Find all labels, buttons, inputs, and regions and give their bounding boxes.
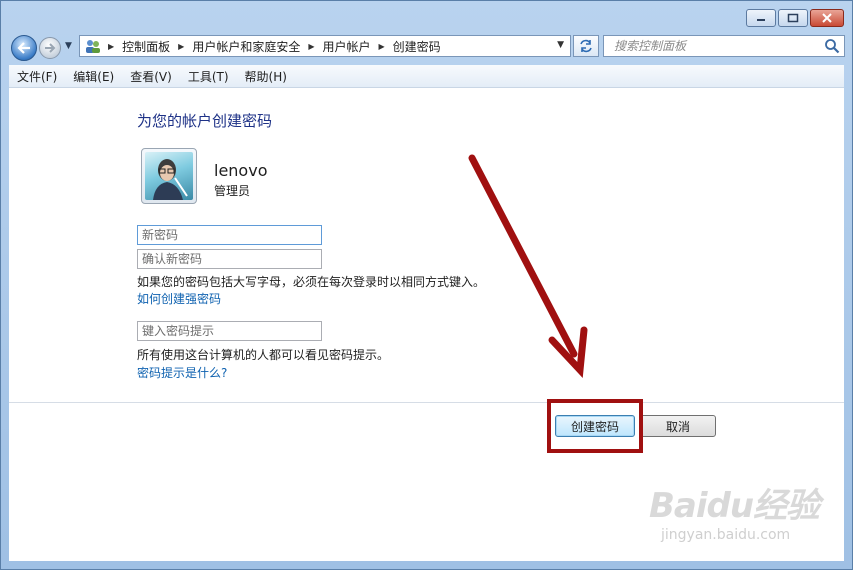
hint-visibility-note: 所有使用这台计算机的人都可以看见密码提示。 (137, 348, 390, 362)
refresh-button[interactable] (573, 35, 599, 57)
caps-lock-note: 如果您的密码包括大写字母，必须在每次登录时以相同方式键入。 (137, 275, 486, 289)
close-icon (822, 13, 832, 23)
search-icon[interactable] (824, 38, 840, 54)
minimize-icon (757, 19, 765, 21)
breadcrumb-user-accounts[interactable]: 用户帐户 (323, 38, 371, 55)
watermark-brand: Baidu经验 (649, 486, 820, 526)
watermark-url: jingyan.baidu.com (661, 527, 791, 543)
back-button[interactable] (11, 35, 37, 61)
user-picture (145, 152, 193, 200)
annotation-highlight-box (547, 399, 643, 453)
breadcrumb-separator-icon: ▶ (308, 41, 315, 51)
menu-view[interactable]: 查看(V) (122, 68, 180, 85)
breadcrumb-separator-icon: ▶ (378, 41, 385, 51)
avatar (141, 148, 197, 204)
confirm-password-field[interactable] (137, 249, 322, 269)
minimize-button[interactable] (746, 9, 776, 27)
maximize-icon (787, 13, 799, 23)
window-controls (744, 9, 844, 27)
search-input[interactable] (612, 38, 826, 54)
recent-pages-dropdown[interactable]: ▼ (65, 41, 72, 51)
search-box (603, 35, 845, 57)
annotation-arrow-icon (468, 154, 588, 379)
main-content: 为您的帐户创建密码 lenovo 管理员 如果您的密码包括大写字母，必须在每次登… (9, 88, 844, 561)
control-panel-window: ▼ ▶ 控制面板 ▶ 用户帐户和家庭安全 ▶ 用户帐户 ▶ 创建密码 ▼ 搜索控… (0, 0, 853, 570)
back-arrow-icon (17, 42, 30, 54)
divider (9, 402, 844, 403)
forward-arrow-icon (45, 43, 56, 53)
users-icon (86, 40, 100, 53)
address-dropdown-icon[interactable]: ▼ (557, 40, 564, 50)
forward-button[interactable] (39, 37, 61, 59)
password-hint-field[interactable] (137, 321, 322, 341)
menu-help[interactable]: 帮助(H) (237, 68, 295, 85)
address-bar[interactable]: ▶ 控制面板 ▶ 用户帐户和家庭安全 ▶ 用户帐户 ▶ 创建密码 ▼ (79, 35, 571, 57)
user-name: lenovo (214, 161, 268, 180)
close-button[interactable] (810, 9, 844, 27)
maximize-button[interactable] (778, 9, 808, 27)
breadcrumb: ▶ 控制面板 ▶ 用户帐户和家庭安全 ▶ 用户帐户 ▶ 创建密码 (108, 38, 441, 55)
breadcrumb-separator-icon: ▶ (108, 41, 115, 51)
baidu-watermark: Baidu经验 jingyan.baidu.com (649, 478, 820, 543)
cancel-button[interactable]: 取消 (640, 415, 716, 437)
menu-file[interactable]: 文件(F) (9, 68, 65, 85)
title-bar (1, 1, 852, 33)
password-hint-help-link[interactable]: 密码提示是什么? (137, 364, 227, 381)
breadcrumb-user-accounts-family-safety[interactable]: 用户帐户和家庭安全 (192, 38, 300, 55)
user-photo-icon (153, 159, 188, 200)
breadcrumb-separator-icon: ▶ (178, 41, 185, 51)
breadcrumb-control-panel[interactable]: 控制面板 (122, 38, 170, 55)
menu-tools[interactable]: 工具(T) (180, 68, 237, 85)
refresh-icon (580, 39, 592, 53)
strong-password-link[interactable]: 如何创建强密码 (137, 290, 221, 307)
menu-bar: 文件(F) 编辑(E) 查看(V) 工具(T) 帮助(H) (9, 65, 844, 88)
new-password-field[interactable] (137, 225, 322, 245)
page-title: 为您的帐户创建密码 (137, 112, 273, 130)
user-role: 管理员 (214, 184, 251, 198)
menu-edit[interactable]: 编辑(E) (65, 68, 122, 85)
breadcrumb-create-password[interactable]: 创建密码 (393, 38, 441, 55)
navigation-row: ▼ ▶ 控制面板 ▶ 用户帐户和家庭安全 ▶ 用户帐户 ▶ 创建密码 ▼ (9, 33, 845, 61)
